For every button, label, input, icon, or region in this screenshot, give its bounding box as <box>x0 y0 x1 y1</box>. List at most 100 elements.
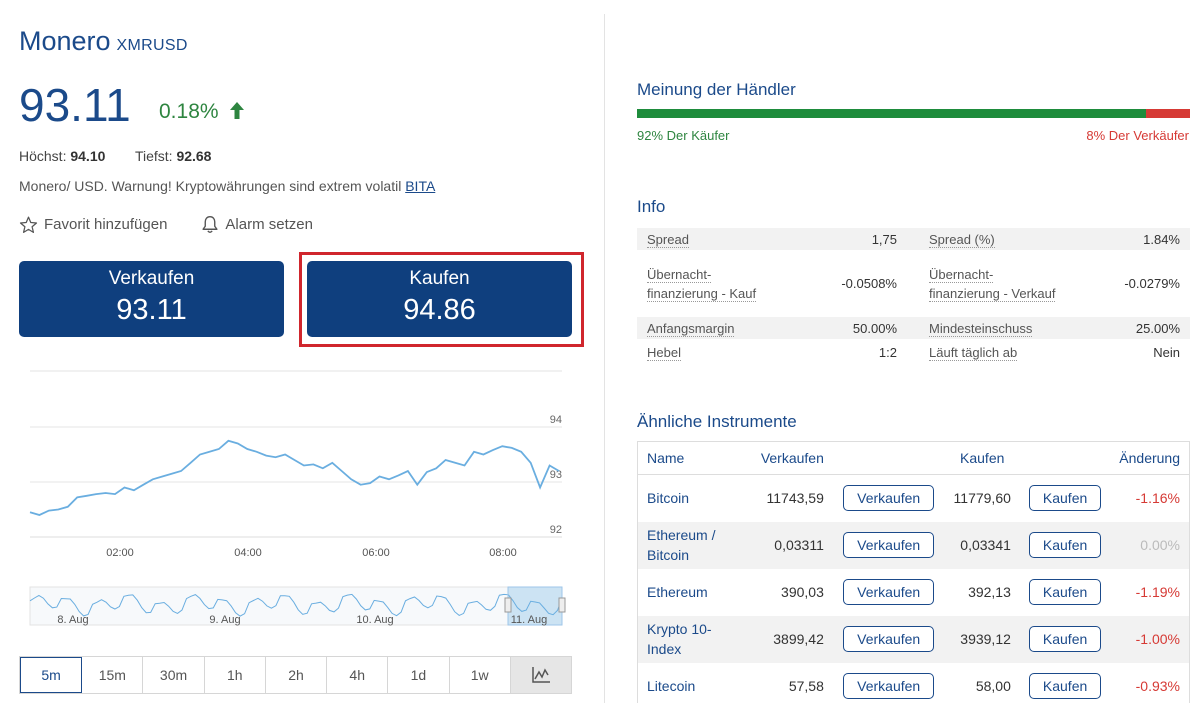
instrument-link[interactable]: Bitcoin <box>638 475 743 522</box>
buy-button-price: 94.86 <box>403 294 476 326</box>
buy-price: 3939,12 <box>944 615 1020 663</box>
row-sell-button[interactable]: Verkaufen <box>843 626 935 652</box>
price-change: 0.18% <box>159 100 245 124</box>
price-chart-svg[interactable]: 94 93 92 02:00 04:00 06:00 08:00 8. Aug 9. Aug 10… <box>19 362 574 642</box>
low-label: Tiefst: <box>134 148 173 164</box>
range-30m[interactable]: 30m <box>143 657 205 693</box>
range-5m[interactable]: 5m <box>20 657 83 693</box>
info-label: Läuft täglich ab <box>929 344 1018 361</box>
info-row: Spread 1,75 Spread (%) 1.84% <box>637 228 1190 250</box>
column-divider <box>604 14 605 703</box>
description-text: Monero/ USD. Warnung! Kryptowährungen si… <box>19 178 402 194</box>
change-value: -1.16% <box>1135 490 1180 507</box>
instrument-link[interactable]: Ethereum <box>638 569 743 616</box>
row-sell-button[interactable]: Verkaufen <box>843 532 935 558</box>
navigator-date-label: 9. Aug <box>209 614 240 626</box>
instrument-actions: Favorit hinzufügen Alarm setzen <box>19 215 313 234</box>
navigator-date-label: 10. Aug <box>356 614 393 626</box>
instrument-title: Monero XMRUSD <box>19 26 188 57</box>
x-tick-label: 08:00 <box>489 547 517 559</box>
add-favorite-button[interactable]: Favorit hinzufügen <box>19 215 167 234</box>
instrument-link[interactable]: Ethereum / Bitcoin <box>637 521 743 569</box>
info-value: 25.00% <box>1067 317 1190 339</box>
price-line <box>29 439 560 516</box>
instrument-link[interactable]: Krypto 10-Index <box>637 615 743 663</box>
row-buy-button[interactable]: Kaufen <box>1028 672 1102 699</box>
star-icon <box>19 216 38 233</box>
row-sell-button[interactable]: Verkaufen <box>843 485 935 512</box>
bell-icon <box>202 216 219 233</box>
row-buy-button[interactable]: Kaufen <box>1028 579 1102 605</box>
low-value: 92.68 <box>176 148 212 164</box>
table-row: Ethereum / Bitcoin 0,03311 Verkaufen 0,0… <box>637 521 1190 569</box>
chart-type-button[interactable] <box>510 657 571 693</box>
set-alarm-button[interactable]: Alarm setzen <box>201 215 313 234</box>
buy-button[interactable]: Kaufen 94.86 <box>307 261 572 337</box>
current-price: 93.11 <box>19 79 131 131</box>
sell-price: 3899,42 <box>742 615 833 663</box>
sell-button[interactable]: Verkaufen 93.11 <box>19 261 284 337</box>
instrument-description: Monero/ USD. Warnung! Kryptowährungen si… <box>19 178 435 194</box>
range-1d[interactable]: 1d <box>388 657 450 693</box>
column-header-sell: Verkaufen <box>742 441 833 475</box>
arrow-up-icon <box>230 102 245 119</box>
range-4h[interactable]: 4h <box>327 657 389 693</box>
navigator-date-label: 8. Aug <box>57 614 88 626</box>
instrument-symbol: XMRUSD <box>116 37 188 54</box>
sentiment-buyers-label: 92% Der Käufer <box>637 128 730 143</box>
y-tick-label: 94 <box>550 414 562 426</box>
info-title: Info <box>637 197 666 216</box>
info-label: Spread (%) <box>929 231 995 248</box>
price-chart[interactable]: 94 93 92 02:00 04:00 06:00 08:00 8. Aug 9. Aug 10… <box>19 362 574 642</box>
info-value: -0.0279% <box>1124 276 1180 291</box>
info-value: 50.00% <box>787 317 907 339</box>
column-header-name: Name <box>637 441 743 475</box>
buy-price: 58,00 <box>975 677 1011 694</box>
high-value: 94.10 <box>70 148 106 164</box>
table-row: Litecoin 57,58 Verkaufen 58,00 Kaufen -0… <box>638 663 1190 703</box>
instrument-name: Monero <box>19 26 111 56</box>
instrument-link[interactable]: Litecoin <box>638 663 743 703</box>
info-row: Hebel 1:2 Läuft täglich ab Nein <box>637 339 1190 365</box>
row-sell-button[interactable]: Verkaufen <box>843 579 935 605</box>
navigator-date-label: 11. Aug <box>511 614 548 626</box>
row-buy-button[interactable]: Kaufen <box>1028 532 1102 558</box>
change-value: -0.93% <box>1135 677 1180 694</box>
buy-price: 392,13 <box>968 584 1011 600</box>
column-header-change: Änderung <box>1110 441 1190 475</box>
price-change-value: 0.18% <box>159 100 219 123</box>
row-buy-button[interactable]: Kaufen <box>1028 626 1102 652</box>
change-value: 0.00% <box>1110 521 1190 569</box>
info-value: Nein <box>1153 344 1180 360</box>
description-link[interactable]: BITA <box>405 178 435 194</box>
navigator-handle-left <box>504 597 512 613</box>
row-buy-button[interactable]: Kaufen <box>1028 485 1102 512</box>
table-row: Ethereum 390,03 Verkaufen 392,13 Kaufen … <box>638 569 1190 616</box>
info-label: Mindesteinschuss <box>929 320 1033 337</box>
sell-button-price: 93.11 <box>116 294 187 326</box>
sentiment-buyers-fill <box>637 109 1146 118</box>
info-table: Spread 1,75 Spread (%) 1.84% Übernacht-f… <box>637 228 1190 365</box>
favorite-label: Favorit hinzufügen <box>44 216 168 233</box>
range-1w[interactable]: 1w <box>450 657 511 693</box>
range-1h[interactable]: 1h <box>205 657 266 693</box>
info-label: Anfangsmargin <box>647 320 735 337</box>
x-tick-label: 04:00 <box>234 547 262 559</box>
range-2h[interactable]: 2h <box>266 657 328 693</box>
sell-price: 57,58 <box>788 677 824 694</box>
sentiment-sellers-label: 8% Der Verkäufer <box>1086 128 1189 143</box>
sell-price: 390,03 <box>781 584 824 600</box>
alarm-label: Alarm setzen <box>225 216 313 233</box>
range-15m[interactable]: 15m <box>82 657 144 693</box>
buy-price: 0,03341 <box>944 521 1020 569</box>
sell-price: 11743,59 <box>766 490 824 507</box>
similar-instruments-title: Ähnliche Instrumente <box>637 412 797 431</box>
similar-instruments-table: Name Verkaufen Kaufen Änderung Bitcoin 1… <box>637 441 1190 703</box>
table-row: Bitcoin 11743,59 Verkaufen 11779,60 Kauf… <box>638 475 1190 522</box>
column-header-buy: Kaufen <box>944 441 1020 475</box>
table-row: Krypto 10-Index 3899,42 Verkaufen 3939,1… <box>637 615 1190 663</box>
buy-price: 11779,60 <box>953 490 1011 507</box>
row-sell-button[interactable]: Verkaufen <box>843 672 935 699</box>
sentiment-title: Meinung der Händler <box>637 80 796 99</box>
sentiment-bar <box>637 109 1190 118</box>
